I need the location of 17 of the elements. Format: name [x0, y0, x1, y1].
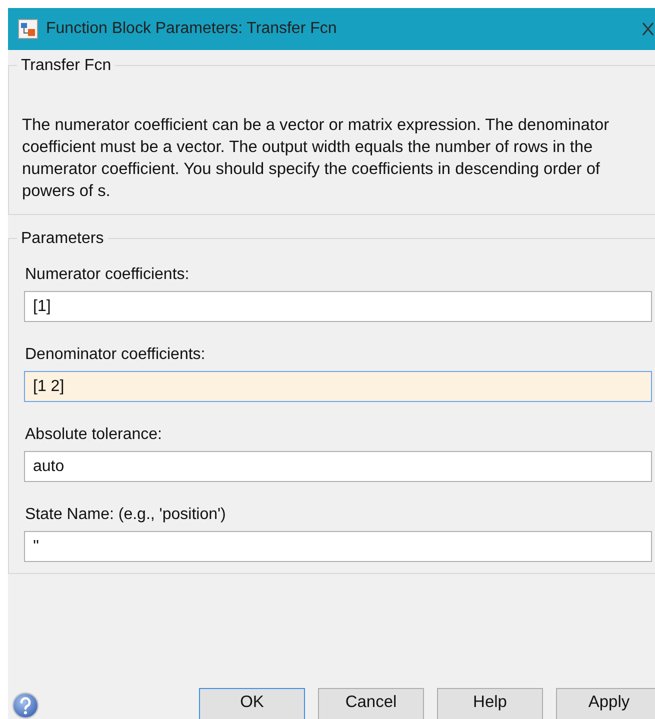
window-title: Function Block Parameters: Transfer Fcn	[46, 19, 337, 39]
text-field[interactable]: ''	[24, 531, 652, 562]
field-label: Absolute tolerance:	[25, 425, 162, 444]
dialog-button[interactable]: Cancel	[318, 688, 424, 719]
dialog-button[interactable]: Apply	[556, 688, 655, 719]
dialog-button[interactable]: OK	[199, 688, 305, 719]
dialog-button[interactable]: Help	[437, 688, 543, 719]
app-icon	[18, 19, 38, 39]
text-field[interactable]: [1 2]	[24, 371, 652, 402]
field-label: Denominator coefficients:	[25, 345, 206, 364]
block-description: The numerator coefficient can be a vector or matrix expression. The denominator coefficient must be a vector. The output width equals the number of rows in the numerator coefficient. You should specify the coefficients in descending order of powers of s.	[22, 115, 610, 202]
text-field[interactable]: auto	[24, 451, 652, 482]
close-icon[interactable]	[642, 22, 654, 36]
field-label: State Name: (e.g., 'position')	[25, 505, 226, 524]
text-field[interactable]: [1]	[24, 291, 652, 322]
help-icon[interactable]	[12, 692, 39, 719]
field-label: Numerator coefficients:	[25, 265, 190, 284]
